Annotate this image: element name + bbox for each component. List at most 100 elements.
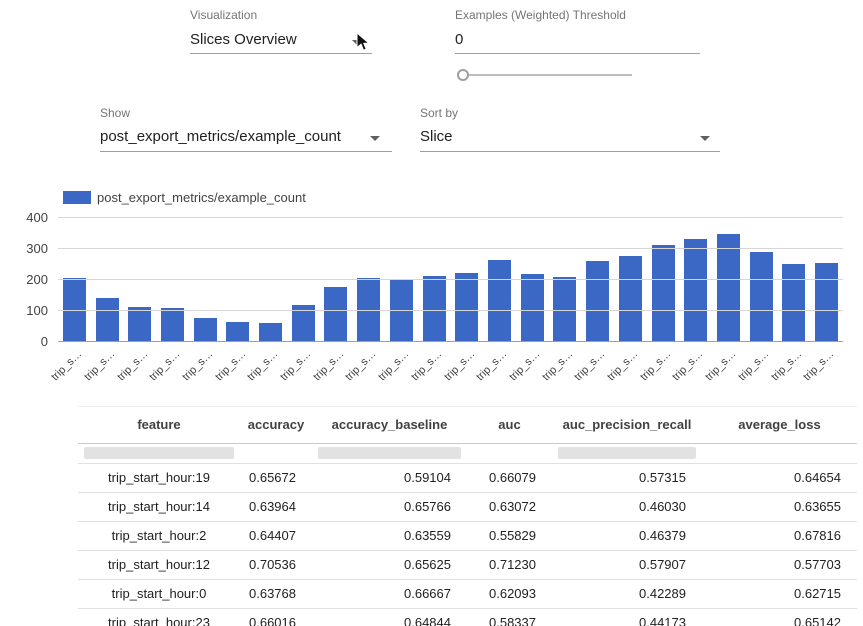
bar[interactable] (717, 234, 740, 343)
bar[interactable] (652, 245, 675, 342)
feature-cell: trip_start_hour:19 (78, 464, 240, 492)
feature-cell: trip_start_hour:23 (78, 609, 240, 626)
bar[interactable] (586, 261, 609, 342)
threshold-slider[interactable] (462, 74, 632, 76)
slider-handle[interactable] (457, 69, 469, 81)
table-row[interactable]: trip_start_hour:230.660160.648440.583370… (78, 609, 857, 626)
plot-area (58, 218, 843, 342)
metric-cell: 0.65625 (312, 551, 467, 579)
threshold-label: Examples (Weighted) Threshold (455, 8, 626, 22)
bar[interactable] (96, 298, 119, 342)
bar[interactable] (194, 318, 217, 342)
feature-cell: trip_start_hour:14 (78, 493, 240, 521)
bar[interactable] (324, 287, 347, 342)
table-header-row: featureaccuracyaccuracy_baselineaucauc_p… (78, 407, 857, 444)
metric-cell: 0.66667 (312, 580, 467, 608)
bar[interactable] (684, 239, 707, 342)
filter-cell (467, 444, 552, 463)
column-header-accuracy[interactable]: accuracy (240, 407, 312, 443)
bar[interactable] (226, 322, 249, 342)
filter-cell (312, 444, 467, 463)
metric-cell: 0.62715 (702, 580, 857, 608)
metric-cell: 0.42289 (552, 580, 702, 608)
metric-cell: 0.63655 (702, 493, 857, 521)
bar[interactable] (455, 273, 478, 342)
y-axis-tick: 0 (8, 334, 48, 349)
slicing-metrics-browser: Visualization Slices Overview Examples (… (0, 0, 863, 626)
bar[interactable] (619, 256, 642, 342)
column-header-auc_precision_recall[interactable]: auc_precision_recall (552, 407, 702, 443)
bar[interactable] (161, 308, 184, 342)
column-header-accuracy_baseline[interactable]: accuracy_baseline (312, 407, 467, 443)
y-axis-tick: 300 (8, 241, 48, 256)
bar[interactable] (259, 323, 282, 342)
metric-cell: 0.65672 (240, 464, 312, 492)
metric-cell: 0.64407 (240, 522, 312, 550)
show-select[interactable]: post_export_metrics/example_count (100, 128, 341, 145)
column-header-feature[interactable]: feature (78, 407, 240, 443)
metric-cell: 0.46030 (552, 493, 702, 521)
column-header-auc[interactable]: auc (467, 407, 552, 443)
bar[interactable] (521, 274, 544, 343)
metric-cell: 0.63072 (467, 493, 552, 521)
metric-cell: 0.66079 (467, 464, 552, 492)
bar[interactable] (782, 264, 805, 342)
sortby-select[interactable]: Slice (420, 128, 453, 145)
table-row[interactable]: trip_start_hour:120.705360.656250.712300… (78, 551, 857, 580)
bar-group (58, 218, 843, 342)
sortby-underline (420, 151, 720, 152)
table-row[interactable]: trip_start_hour:190.656720.591040.660790… (78, 464, 857, 493)
filter-cell (78, 444, 240, 463)
bar[interactable] (750, 252, 773, 342)
threshold-underline (455, 53, 700, 54)
metric-cell: 0.71230 (467, 551, 552, 579)
table-row[interactable]: trip_start_hour:00.637680.666670.620930.… (78, 580, 857, 609)
filter-input[interactable] (318, 447, 461, 459)
show-label: Show (100, 106, 130, 120)
metric-cell: 0.44173 (552, 609, 702, 626)
metric-cell: 0.66016 (240, 609, 312, 626)
metric-cell: 0.57315 (552, 464, 702, 492)
table-row[interactable]: trip_start_hour:20.644070.635590.558290.… (78, 522, 857, 551)
sortby-label: Sort by (420, 106, 458, 120)
legend-swatch (63, 191, 91, 204)
threshold-input[interactable]: 0 (455, 31, 463, 48)
metric-cell: 0.62093 (467, 580, 552, 608)
metric-cell: 0.55829 (467, 522, 552, 550)
visualization-underline (190, 53, 372, 54)
legend-label: post_export_metrics/example_count (97, 190, 306, 205)
bar[interactable] (488, 260, 511, 342)
bar[interactable] (423, 276, 446, 342)
metric-cell: 0.67816 (702, 522, 857, 550)
metric-cell: 0.64654 (702, 464, 857, 492)
chevron-down-icon[interactable] (700, 136, 710, 141)
filter-cell (702, 444, 857, 463)
gridline (58, 217, 843, 218)
filter-input[interactable] (84, 447, 234, 459)
chevron-down-icon[interactable] (370, 136, 380, 141)
y-axis-tick: 200 (8, 272, 48, 287)
filter-cell (240, 444, 312, 463)
metric-cell: 0.59104 (312, 464, 467, 492)
metric-cell: 0.46379 (552, 522, 702, 550)
feature-cell: trip_start_hour:0 (78, 580, 240, 608)
table-body: trip_start_hour:190.656720.591040.660790… (78, 464, 857, 626)
bar[interactable] (815, 263, 838, 342)
x-axis-tick: trip_s… (49, 348, 84, 383)
table-row[interactable]: trip_start_hour:140.639640.657660.630720… (78, 493, 857, 522)
filter-input[interactable] (558, 447, 696, 459)
column-header-average_loss[interactable]: average_loss (702, 407, 857, 443)
metric-cell: 0.65142 (702, 609, 857, 626)
slices-overview-chart: post_export_metrics/example_count trip_s… (0, 188, 863, 398)
bar[interactable] (128, 307, 151, 342)
visualization-select[interactable]: Slices Overview (190, 31, 297, 48)
table-filter-row (78, 444, 857, 464)
visualization-label: Visualization (190, 8, 257, 22)
metric-cell: 0.63964 (240, 493, 312, 521)
metric-cell: 0.64844 (312, 609, 467, 626)
metric-cell: 0.65766 (312, 493, 467, 521)
metrics-table: featureaccuracyaccuracy_baselineaucauc_p… (78, 406, 857, 626)
mouse-cursor-icon (356, 32, 372, 57)
gridline (58, 310, 843, 311)
feature-cell: trip_start_hour:12 (78, 551, 240, 579)
